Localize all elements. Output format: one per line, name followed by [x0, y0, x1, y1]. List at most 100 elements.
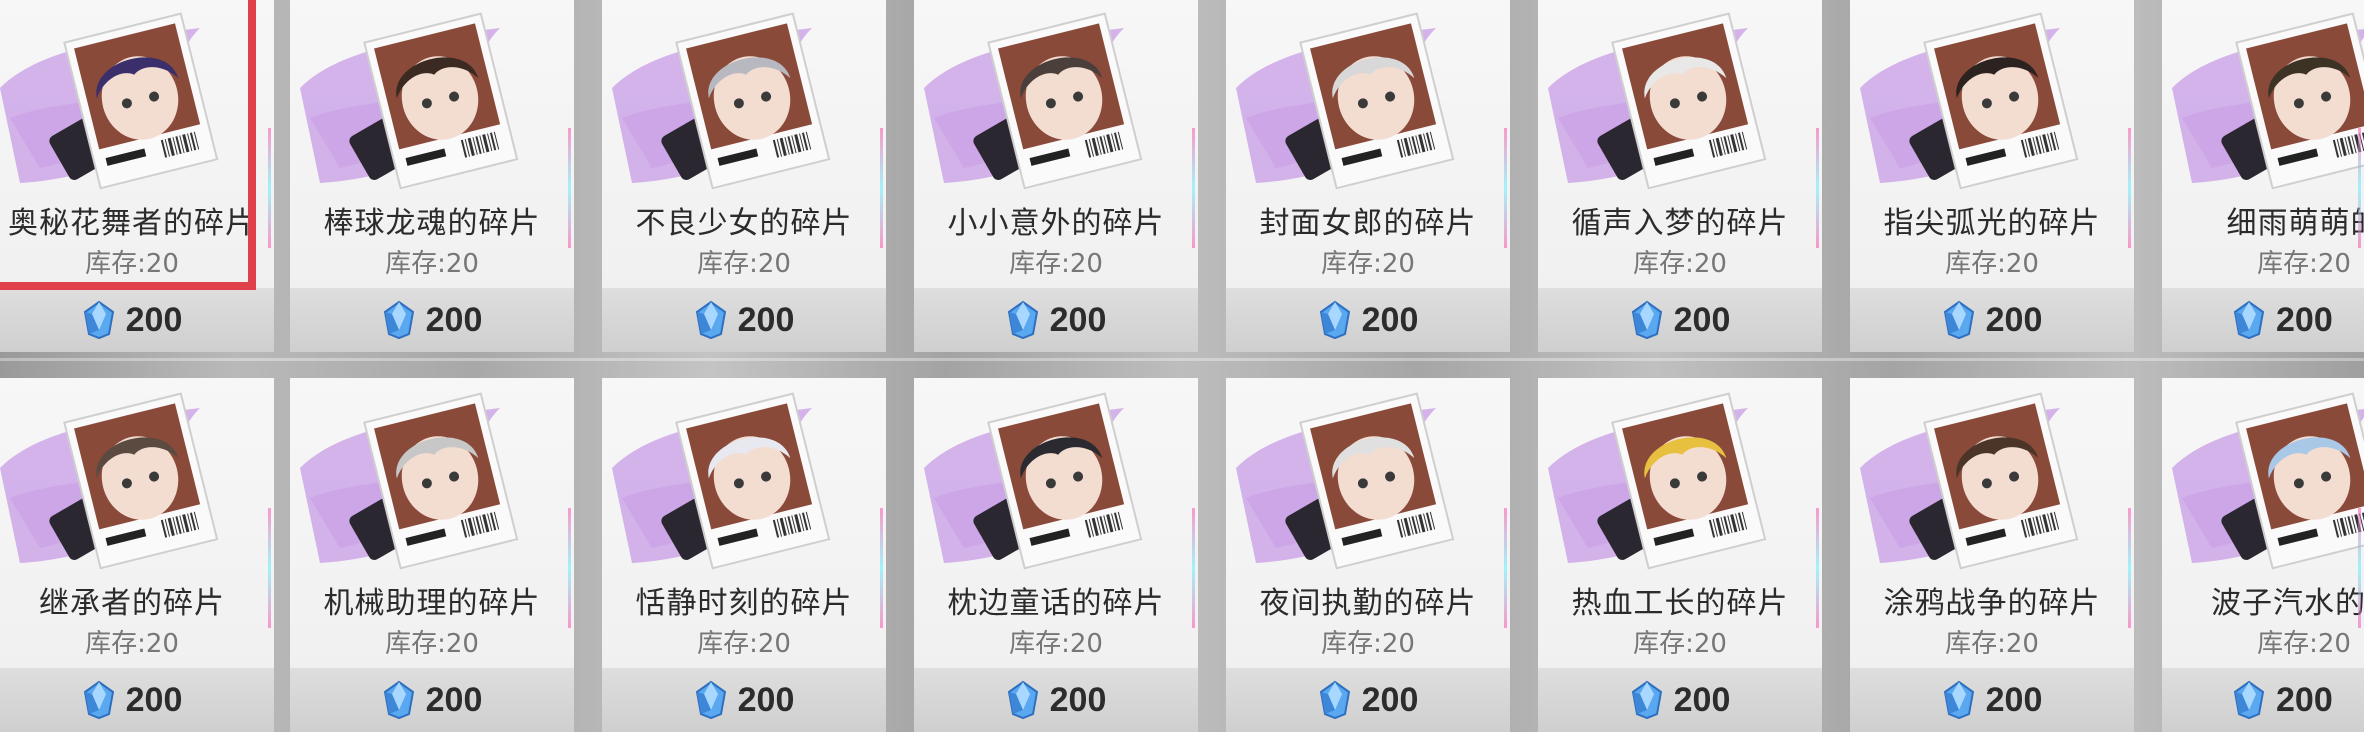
character-shard-art — [612, 12, 831, 190]
item-stock: 库存:20 — [385, 249, 479, 279]
item-price: 200 — [1985, 680, 2043, 719]
character-shard-art — [612, 392, 831, 570]
price-bar[interactable]: 200 — [1538, 668, 1822, 732]
item-name: 机械助理的碎片 — [323, 586, 541, 621]
item-stock: 库存:20 — [2257, 629, 2351, 659]
item-name: 循声入梦的碎片 — [1571, 206, 1789, 241]
shop-item-card[interactable]: 小小意外的碎片 库存:20 200 — [914, 0, 1198, 352]
price-bar[interactable]: 200 — [2162, 668, 2364, 732]
character-shard-art — [924, 392, 1143, 570]
item-price: 200 — [2276, 680, 2333, 719]
price-bar[interactable]: 200 — [0, 668, 274, 732]
price-bar[interactable]: 200 — [1226, 288, 1510, 352]
character-shard-art — [1860, 392, 2079, 570]
character-shard-art — [1860, 12, 2079, 190]
item-name: 恬静时刻的碎片 — [635, 586, 853, 621]
blue-crystal-gem-icon — [383, 680, 414, 720]
character-shard-art — [2172, 12, 2364, 190]
shop-item-card[interactable]: 封面女郎的碎片 库存:20 200 — [1226, 0, 1510, 352]
blue-crystal-gem-icon — [695, 300, 726, 340]
character-shard-art — [300, 12, 519, 190]
item-stock: 库存:20 — [697, 249, 791, 279]
price-bar[interactable]: 200 — [1850, 668, 2134, 732]
blue-crystal-gem-icon — [695, 680, 726, 720]
character-shard-art — [2172, 392, 2364, 570]
price-bar[interactable]: 200 — [1538, 288, 1822, 352]
item-price: 200 — [1361, 680, 1419, 719]
price-bar[interactable]: 200 — [914, 288, 1198, 352]
item-stock: 库存:20 — [1009, 629, 1103, 659]
shop-item-card[interactable]: 奥秘花舞者的碎片 库存:20 200 — [0, 0, 274, 352]
blue-crystal-gem-icon — [83, 680, 114, 720]
character-shard-art — [1548, 12, 1767, 190]
item-price: 200 — [1049, 300, 1107, 339]
item-stock: 库存:20 — [1633, 249, 1727, 279]
item-name: 继承者的碎片 — [39, 586, 225, 621]
price-bar[interactable]: 200 — [1226, 668, 1510, 732]
price-bar[interactable]: 200 — [1850, 288, 2134, 352]
character-shard-art — [1236, 392, 1455, 570]
blue-crystal-gem-icon — [1943, 680, 1974, 720]
price-bar[interactable]: 200 — [0, 288, 274, 352]
blue-crystal-gem-icon — [2233, 680, 2265, 720]
shop-item-card[interactable]: 机械助理的碎片 库存:20 200 — [290, 378, 574, 732]
background-stripe — [0, 358, 2364, 361]
shop-item-card[interactable]: 波子汽水的碎 库存:20 200 — [2162, 378, 2364, 732]
item-name: 波子汽水的碎 — [2211, 586, 2364, 621]
shop-item-card[interactable]: 棒球龙魂的碎片 库存:20 200 — [290, 0, 574, 352]
item-stock: 库存:20 — [1321, 629, 1415, 659]
price-bar[interactable]: 200 — [602, 288, 886, 352]
item-name: 热血工长的碎片 — [1571, 586, 1789, 621]
shop-item-card[interactable]: 枕边童话的碎片 库存:20 200 — [914, 378, 1198, 732]
price-bar[interactable]: 200 — [290, 288, 574, 352]
item-name: 指尖弧光的碎片 — [1883, 206, 2101, 241]
character-shard-art — [300, 392, 519, 570]
item-stock: 库存:20 — [85, 629, 179, 659]
shop-item-card[interactable]: 夜间执勤的碎片 库存:20 200 — [1226, 378, 1510, 732]
blue-crystal-gem-icon — [1319, 300, 1350, 340]
item-price: 200 — [125, 680, 183, 719]
item-price: 200 — [1361, 300, 1419, 339]
price-bar[interactable]: 200 — [914, 668, 1198, 732]
item-stock: 库存:20 — [385, 629, 479, 659]
item-price: 200 — [425, 300, 483, 339]
item-price: 200 — [125, 300, 183, 339]
price-bar[interactable]: 200 — [602, 668, 886, 732]
item-stock: 库存:20 — [1945, 629, 2039, 659]
item-name: 小小意外的碎片 — [947, 206, 1165, 241]
item-price: 200 — [737, 680, 795, 719]
shop-item-card[interactable]: 继承者的碎片 库存:20 200 — [0, 378, 274, 732]
item-stock: 库存:20 — [1009, 249, 1103, 279]
item-name: 夜间执勤的碎片 — [1259, 586, 1477, 621]
item-price: 200 — [1049, 680, 1107, 719]
shop-item-card[interactable]: 不良少女的碎片 库存:20 200 — [602, 0, 886, 352]
shop-item-card[interactable]: 涂鸦战争的碎片 库存:20 200 — [1850, 378, 2134, 732]
blue-crystal-gem-icon — [1943, 300, 1974, 340]
price-bar[interactable]: 200 — [2162, 288, 2364, 352]
item-stock: 库存:20 — [697, 629, 791, 659]
character-shard-art — [1236, 12, 1455, 190]
blue-crystal-gem-icon — [1631, 680, 1662, 720]
blue-crystal-gem-icon — [2233, 300, 2265, 340]
shop-item-card[interactable]: 热血工长的碎片 库存:20 200 — [1538, 378, 1822, 732]
item-stock: 库存:20 — [2257, 249, 2351, 279]
item-name: 奥秘花舞者的碎片 — [8, 206, 256, 241]
blue-crystal-gem-icon — [383, 300, 414, 340]
shop-item-card[interactable]: 恬静时刻的碎片 库存:20 200 — [602, 378, 886, 732]
item-name: 枕边童话的碎片 — [947, 586, 1165, 621]
shop-item-card[interactable]: 循声入梦的碎片 库存:20 200 — [1538, 0, 1822, 352]
character-shard-art — [924, 12, 1143, 190]
blue-crystal-gem-icon — [1007, 680, 1038, 720]
item-name: 封面女郎的碎片 — [1259, 206, 1477, 241]
item-name: 细雨萌萌的 — [2226, 206, 2364, 241]
shop-item-card[interactable]: 指尖弧光的碎片 库存:20 200 — [1850, 0, 2134, 352]
blue-crystal-gem-icon — [1319, 680, 1350, 720]
item-name: 不良少女的碎片 — [635, 206, 853, 241]
item-name: 棒球龙魂的碎片 — [323, 206, 541, 241]
price-bar[interactable]: 200 — [290, 668, 574, 732]
item-stock: 库存:20 — [85, 249, 179, 279]
character-shard-art — [0, 12, 219, 190]
shop-item-card[interactable]: 细雨萌萌的 库存:20 200 — [2162, 0, 2364, 352]
blue-crystal-gem-icon — [83, 300, 114, 340]
blue-crystal-gem-icon — [1007, 300, 1038, 340]
